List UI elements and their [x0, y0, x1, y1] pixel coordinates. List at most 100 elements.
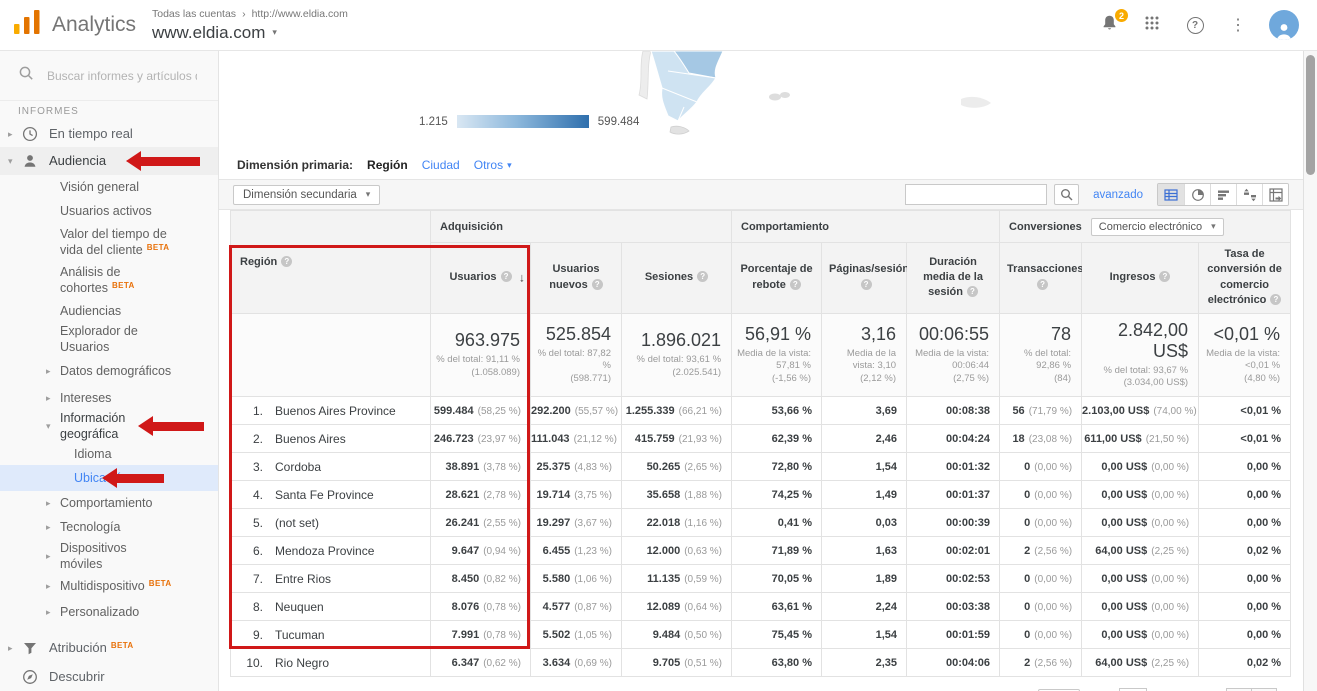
- dimension-otros[interactable]: Otros ▾: [474, 158, 512, 172]
- conversion-type-select[interactable]: Comercio electrónico▾: [1091, 218, 1224, 236]
- column-header-sesiones[interactable]: Sesiones?: [622, 243, 732, 314]
- sidebar-item-analisis-de-cohortes[interactable]: Análisis de cohortesBETA: [0, 261, 218, 299]
- table-search-input[interactable]: [905, 184, 1047, 205]
- region-name[interactable]: Entre Rios: [275, 572, 331, 586]
- sidebar-item-dispositivos-moviles[interactable]: ▸Dispositivos móviles: [0, 539, 218, 573]
- column-header-transacciones[interactable]: Transacciones?: [1000, 243, 1082, 314]
- summary-metric-2: 1.896.021% del total: 93,61 %(2.025.541): [622, 313, 732, 397]
- sidebar-item-audiencias[interactable]: Audiencias: [0, 299, 218, 323]
- column-header-ingresos[interactable]: Ingresos?: [1082, 243, 1199, 314]
- region-name[interactable]: Cordoba: [275, 460, 321, 474]
- sidebar-item-multidispositivo[interactable]: ▸MultidispositivoBETA: [0, 573, 218, 599]
- sidebar-item-personalizado[interactable]: ▸Personalizado: [0, 599, 218, 625]
- help-button[interactable]: ?: [1183, 13, 1207, 37]
- region-name[interactable]: Rio Negro: [275, 656, 329, 670]
- sidebar-item-explorador-de-usuarios[interactable]: Explorador de Usuarios: [0, 323, 218, 355]
- secondary-dimension-button[interactable]: Dimensión secundaria ▾: [233, 185, 380, 205]
- advanced-link[interactable]: avanzado: [1093, 189, 1143, 201]
- region-name[interactable]: Tucuman: [275, 628, 325, 642]
- sidebar-item-informacion-geografica[interactable]: ▾Información geográfica: [0, 409, 218, 443]
- column-header-region[interactable]: Región?: [231, 211, 431, 314]
- breadcrumb[interactable]: Todas las cuentas › http://www.eldia.com: [152, 8, 348, 20]
- column-header-usuarios[interactable]: Usuarios?↓: [431, 243, 531, 314]
- more-options-button[interactable]: ⋮: [1226, 13, 1250, 37]
- column-header-duracion-media[interactable]: Duración media de la sesión?: [907, 243, 1000, 314]
- region-name[interactable]: Mendoza Province: [275, 544, 374, 558]
- metric-value: 26.241: [446, 517, 480, 529]
- column-header-paginas-sesion[interactable]: Páginas/sesión?: [822, 243, 907, 314]
- dimension-ciudad[interactable]: Ciudad: [422, 158, 460, 172]
- region-name[interactable]: Buenos Aires: [275, 432, 346, 446]
- sidebar-item-idioma[interactable]: Idioma: [0, 443, 218, 465]
- metric-cell: 56(71,79 %): [1000, 397, 1082, 425]
- sidebar-item-en-tiempo-real[interactable]: ▸En tiempo real: [0, 121, 218, 147]
- sidebar-item-audiencia[interactable]: ▾Audiencia: [0, 147, 218, 175]
- chevron-right-icon[interactable]: ▸: [8, 643, 22, 654]
- region-name[interactable]: Buenos Aires Province: [275, 404, 396, 418]
- performance-view-icon[interactable]: [1210, 184, 1236, 205]
- search-icon: [18, 65, 34, 86]
- help-circle-icon[interactable]: ?: [967, 286, 978, 297]
- analytics-logo[interactable]: Analytics: [14, 10, 142, 40]
- column-header-tasa-conversion[interactable]: Tasa de conversión de comercio electróni…: [1199, 243, 1291, 314]
- region-name[interactable]: (not set): [275, 516, 319, 530]
- chevron-right-icon[interactable]: ▸: [46, 393, 60, 404]
- sidebar-item-vision-general[interactable]: Visión general: [0, 175, 218, 199]
- help-circle-icon[interactable]: ?: [501, 271, 512, 282]
- account-name: www.eldia.com: [152, 23, 265, 43]
- sidebar-item-label: AtribuciónBETA: [49, 640, 134, 657]
- chevron-right-icon[interactable]: ▸: [46, 522, 60, 533]
- table-search-button[interactable]: [1054, 184, 1079, 205]
- sidebar-item-intereses[interactable]: ▸Intereses: [0, 387, 218, 409]
- chevron-right-icon[interactable]: ▸: [46, 366, 60, 377]
- pivot-view-icon[interactable]: [1262, 184, 1288, 205]
- sidebar-item-descubrir[interactable]: Descubrir: [0, 663, 218, 691]
- breadcrumb-root[interactable]: Todas las cuentas: [152, 8, 236, 20]
- help-circle-icon[interactable]: ?: [790, 279, 801, 290]
- chevron-right-icon[interactable]: ▸: [46, 581, 60, 592]
- table-view-icon[interactable]: [1158, 184, 1184, 205]
- help-circle-icon[interactable]: ?: [592, 279, 603, 290]
- metric-value: 9.705: [653, 657, 681, 669]
- sidebar-item-valor-del-tiempo-de-vida-del-cliente[interactable]: Valor del tiempo de vida del clienteBETA: [0, 223, 218, 261]
- search-input[interactable]: [47, 69, 197, 83]
- breadcrumb-property[interactable]: http://www.eldia.com: [252, 8, 348, 20]
- vertical-scrollbar[interactable]: [1303, 51, 1317, 691]
- help-circle-icon[interactable]: ?: [1270, 294, 1281, 305]
- region-name[interactable]: Santa Fe Province: [275, 488, 374, 502]
- sidebar-item-tecnologia[interactable]: ▸Tecnología: [0, 515, 218, 539]
- sidebar-item-atribucion[interactable]: ▸ AtribuciónBETA: [0, 633, 218, 663]
- help-circle-icon[interactable]: ?: [1159, 271, 1170, 282]
- dimension-region[interactable]: Región: [367, 158, 408, 172]
- percentage-view-icon[interactable]: [1184, 184, 1210, 205]
- chevron-right-icon[interactable]: ▸: [46, 498, 60, 509]
- sidebar-item-datos-demograficos[interactable]: ▸Datos demográficos: [0, 355, 218, 387]
- sidebar-search[interactable]: [0, 51, 218, 101]
- avatar[interactable]: [1269, 10, 1299, 40]
- chevron-right-icon[interactable]: ▸: [46, 607, 60, 618]
- metric-percent: (0,63 %): [684, 546, 722, 557]
- notifications-button[interactable]: 2: [1097, 13, 1121, 37]
- metric-cell: 0,02 %: [1199, 537, 1291, 565]
- help-circle-icon[interactable]: ?: [697, 271, 708, 282]
- help-circle-icon[interactable]: ?: [281, 256, 292, 267]
- chevron-down-icon[interactable]: ▾: [46, 421, 60, 432]
- chevron-down-icon[interactable]: ▾: [8, 156, 22, 167]
- group-header-adquisicion: Adquisición: [431, 211, 732, 243]
- apps-grid-button[interactable]: [1140, 13, 1164, 37]
- region-name[interactable]: Neuquen: [275, 600, 324, 614]
- column-header-porcentaje-rebote[interactable]: Porcentaje de rebote?: [732, 243, 822, 314]
- chevron-right-icon[interactable]: ▸: [46, 551, 60, 562]
- help-circle-icon[interactable]: ?: [861, 279, 872, 290]
- account-selector[interactable]: www.eldia.com ▾: [152, 23, 348, 43]
- column-header-usuarios-nuevos[interactable]: Usuarios nuevos?: [531, 243, 622, 314]
- sidebar-item-ubicacion[interactable]: Ubicación: [0, 465, 218, 491]
- sidebar-item-comportamiento[interactable]: ▸Comportamiento: [0, 491, 218, 515]
- sort-descending-icon[interactable]: ↓: [519, 269, 525, 286]
- comparison-view-icon[interactable]: [1236, 184, 1262, 205]
- sidebar-item-label: Datos demográficos: [60, 363, 171, 379]
- chevron-right-icon[interactable]: ▸: [8, 129, 22, 140]
- sidebar-item-usuarios-activos[interactable]: Usuarios activos: [0, 199, 218, 223]
- scrollbar-thumb[interactable]: [1306, 55, 1315, 175]
- help-circle-icon[interactable]: ?: [1037, 279, 1048, 290]
